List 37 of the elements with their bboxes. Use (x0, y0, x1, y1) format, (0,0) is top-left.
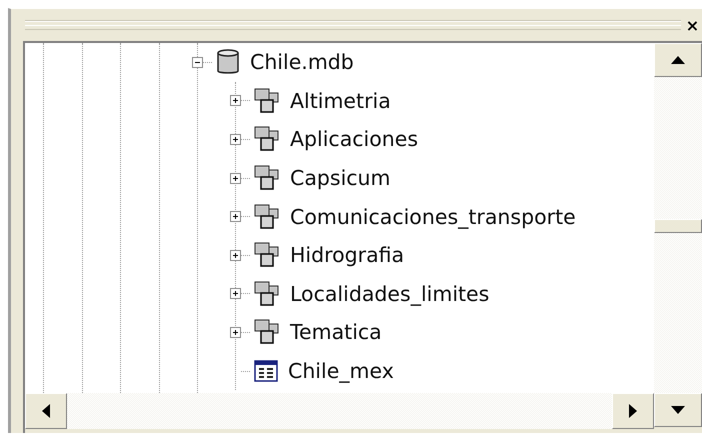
scroll-right-button[interactable] (612, 393, 654, 429)
dataset-icon (254, 242, 280, 268)
tree-item[interactable]: Altimetria (290, 88, 391, 113)
tree-item[interactable]: Localidades_limites (290, 282, 490, 306)
up-arrow-icon (671, 56, 685, 64)
dataset-icon (254, 204, 280, 230)
dataset-icon (254, 126, 280, 152)
down-arrow-icon (671, 406, 685, 414)
tree-item[interactable]: Chile_mex (288, 359, 394, 384)
left-arrow-icon (42, 404, 50, 418)
expand-box-icon[interactable] (230, 326, 241, 338)
scroll-up-button[interactable] (654, 43, 702, 77)
tree-item[interactable]: Aplicaciones (290, 127, 418, 152)
table-icon (254, 360, 278, 382)
scroll-down-button[interactable] (654, 393, 702, 427)
scroll-thumb[interactable] (654, 219, 702, 233)
tree-item[interactable]: Hidrografia (290, 243, 404, 268)
expand-box-icon[interactable] (230, 211, 241, 222)
tree-item[interactable]: Comunicaciones_transporte (290, 204, 576, 229)
dataset-icon (254, 319, 280, 346)
database-icon (216, 48, 240, 76)
right-arrow-icon (629, 404, 637, 418)
dataset-icon (254, 165, 280, 192)
expand-box-icon[interactable] (230, 250, 241, 261)
tree-item[interactable]: Capsicum (290, 166, 390, 190)
scroll-left-button[interactable] (25, 393, 67, 429)
horizontal-scrollbar[interactable] (25, 393, 654, 429)
collapse-box-icon[interactable] (192, 56, 203, 68)
expand-box-icon[interactable] (230, 288, 241, 300)
expand-box-icon[interactable] (230, 172, 241, 184)
tree-item[interactable]: Tematica (290, 320, 382, 344)
tree-item[interactable]: Chile.mdb (250, 50, 354, 74)
vertical-scrollbar[interactable] (654, 43, 702, 433)
dataset-icon (254, 88, 280, 114)
dataset-icon (254, 280, 280, 307)
expand-box-icon[interactable] (230, 134, 241, 145)
expand-box-icon[interactable] (230, 95, 241, 106)
